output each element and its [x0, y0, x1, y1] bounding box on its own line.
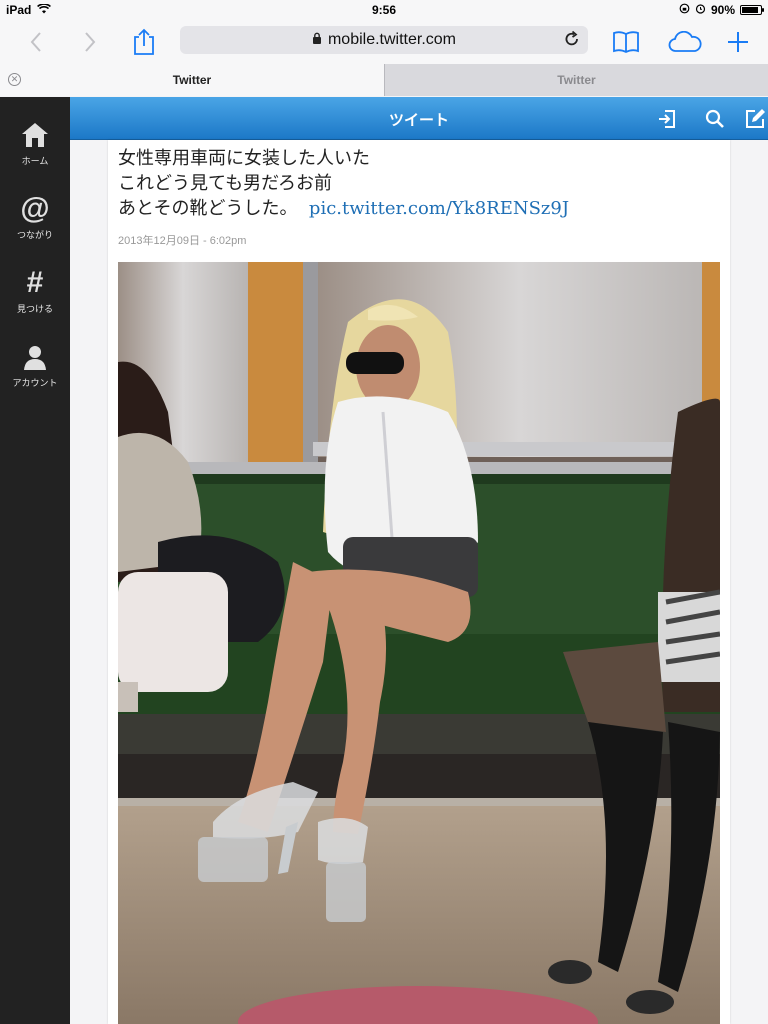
battery-icon	[740, 5, 764, 15]
forward-arrow-icon	[85, 32, 96, 52]
sidebar-item-label: つながり	[16, 230, 53, 240]
new-tab-button[interactable]	[722, 26, 754, 58]
search-icon[interactable]	[704, 108, 726, 130]
tweet-line: 女性専用車両に女装した人いた	[118, 148, 370, 169]
reload-icon[interactable]	[564, 30, 580, 53]
at-icon: @	[20, 192, 50, 225]
tweet-text: 女性専用車両に女装した人いた これどう見ても男だろお前 あとその靴どうした。 p…	[118, 146, 718, 221]
train-photo-illustration	[118, 262, 720, 1024]
battery-percent: 90%	[710, 3, 735, 17]
address-bar[interactable]: mobile.twitter.com	[180, 26, 588, 54]
close-tab-icon[interactable]: ✕	[8, 73, 21, 86]
share-button[interactable]	[128, 26, 160, 58]
sidebar-item-account[interactable]: アカウント	[0, 341, 70, 401]
lock-icon	[312, 31, 322, 49]
tab-strip: ✕ Twitter Twitter	[0, 64, 768, 96]
status-bar: iPad 9:56 90%	[0, 0, 768, 20]
tweet-timestamp: 2013年12月09日 - 6:02pm	[118, 235, 247, 247]
twitter-sidebar: ホーム @ つながり # 見つける アカウント	[0, 97, 70, 1024]
tab-label: Twitter	[172, 73, 212, 87]
account-icon	[21, 341, 49, 373]
tweet-photo-link[interactable]: pic.twitter.com/Yk8RENSz9J	[309, 198, 569, 219]
share-icon	[134, 28, 154, 55]
sidebar-item-label: アカウント	[12, 378, 58, 388]
home-icon	[20, 119, 50, 151]
tweet-card: 女性専用車両に女装した人いた これどう見ても男だろお前 あとその靴どうした。 p…	[108, 140, 730, 1024]
sidebar-item-label: 見つける	[16, 304, 53, 314]
tweet-header: ツイート	[70, 97, 768, 140]
tweet-line: あとその靴どうした。	[118, 198, 298, 219]
sidebar-item-label: ホーム	[21, 156, 49, 166]
status-time: 9:56	[371, 3, 397, 17]
tweet-photo[interactable]	[118, 262, 720, 1024]
url-text: mobile.twitter.com	[327, 31, 457, 48]
sidebar-item-connect[interactable]: @ つながり	[0, 193, 70, 253]
tab-twitter-inactive[interactable]: Twitter	[384, 64, 768, 96]
icloud-tabs-button[interactable]	[666, 26, 704, 58]
forward-button[interactable]	[74, 26, 106, 58]
back-arrow-icon	[30, 32, 41, 52]
tweet-line: これどう見ても男だろお前	[118, 173, 333, 194]
bookmarks-button[interactable]	[610, 26, 642, 58]
plus-icon	[728, 32, 748, 52]
compose-icon[interactable]	[744, 108, 766, 130]
hashtag-icon: #	[26, 266, 44, 299]
sidebar-item-home[interactable]: ホーム	[0, 119, 70, 179]
back-button[interactable]	[20, 26, 52, 58]
tab-label: Twitter	[557, 73, 596, 87]
alarm-icon	[695, 3, 706, 17]
tab-twitter-active[interactable]: ✕ Twitter	[0, 64, 384, 96]
browser-toolbar: mobile.twitter.com	[0, 20, 768, 64]
sign-out-icon[interactable]	[656, 108, 678, 130]
cloud-icon	[668, 31, 702, 52]
lock-rotation-icon	[679, 3, 690, 17]
battery-fill	[742, 7, 759, 13]
book-icon	[613, 31, 639, 54]
sidebar-item-discover[interactable]: # 見つける	[0, 267, 70, 327]
